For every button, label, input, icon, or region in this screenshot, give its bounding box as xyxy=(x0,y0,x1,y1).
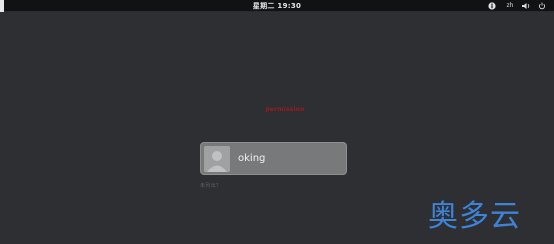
clock[interactable]: 星期二 19:30 xyxy=(0,0,554,12)
power-icon[interactable] xyxy=(537,0,547,12)
volume-icon[interactable] xyxy=(521,0,531,12)
watermark-logo: 奥多云 xyxy=(428,199,521,234)
top-bar: 星期二 19:30 zh xyxy=(0,0,554,12)
user-card-oking[interactable]: oking xyxy=(200,142,347,175)
username: oking xyxy=(238,153,266,164)
input-method-indicator[interactable]: zh xyxy=(503,0,517,12)
not-listed-link[interactable]: 未列出？ xyxy=(200,182,221,189)
user-avatar xyxy=(204,146,230,172)
accessibility-icon[interactable] xyxy=(487,0,497,12)
login-notice: permission xyxy=(265,106,305,113)
